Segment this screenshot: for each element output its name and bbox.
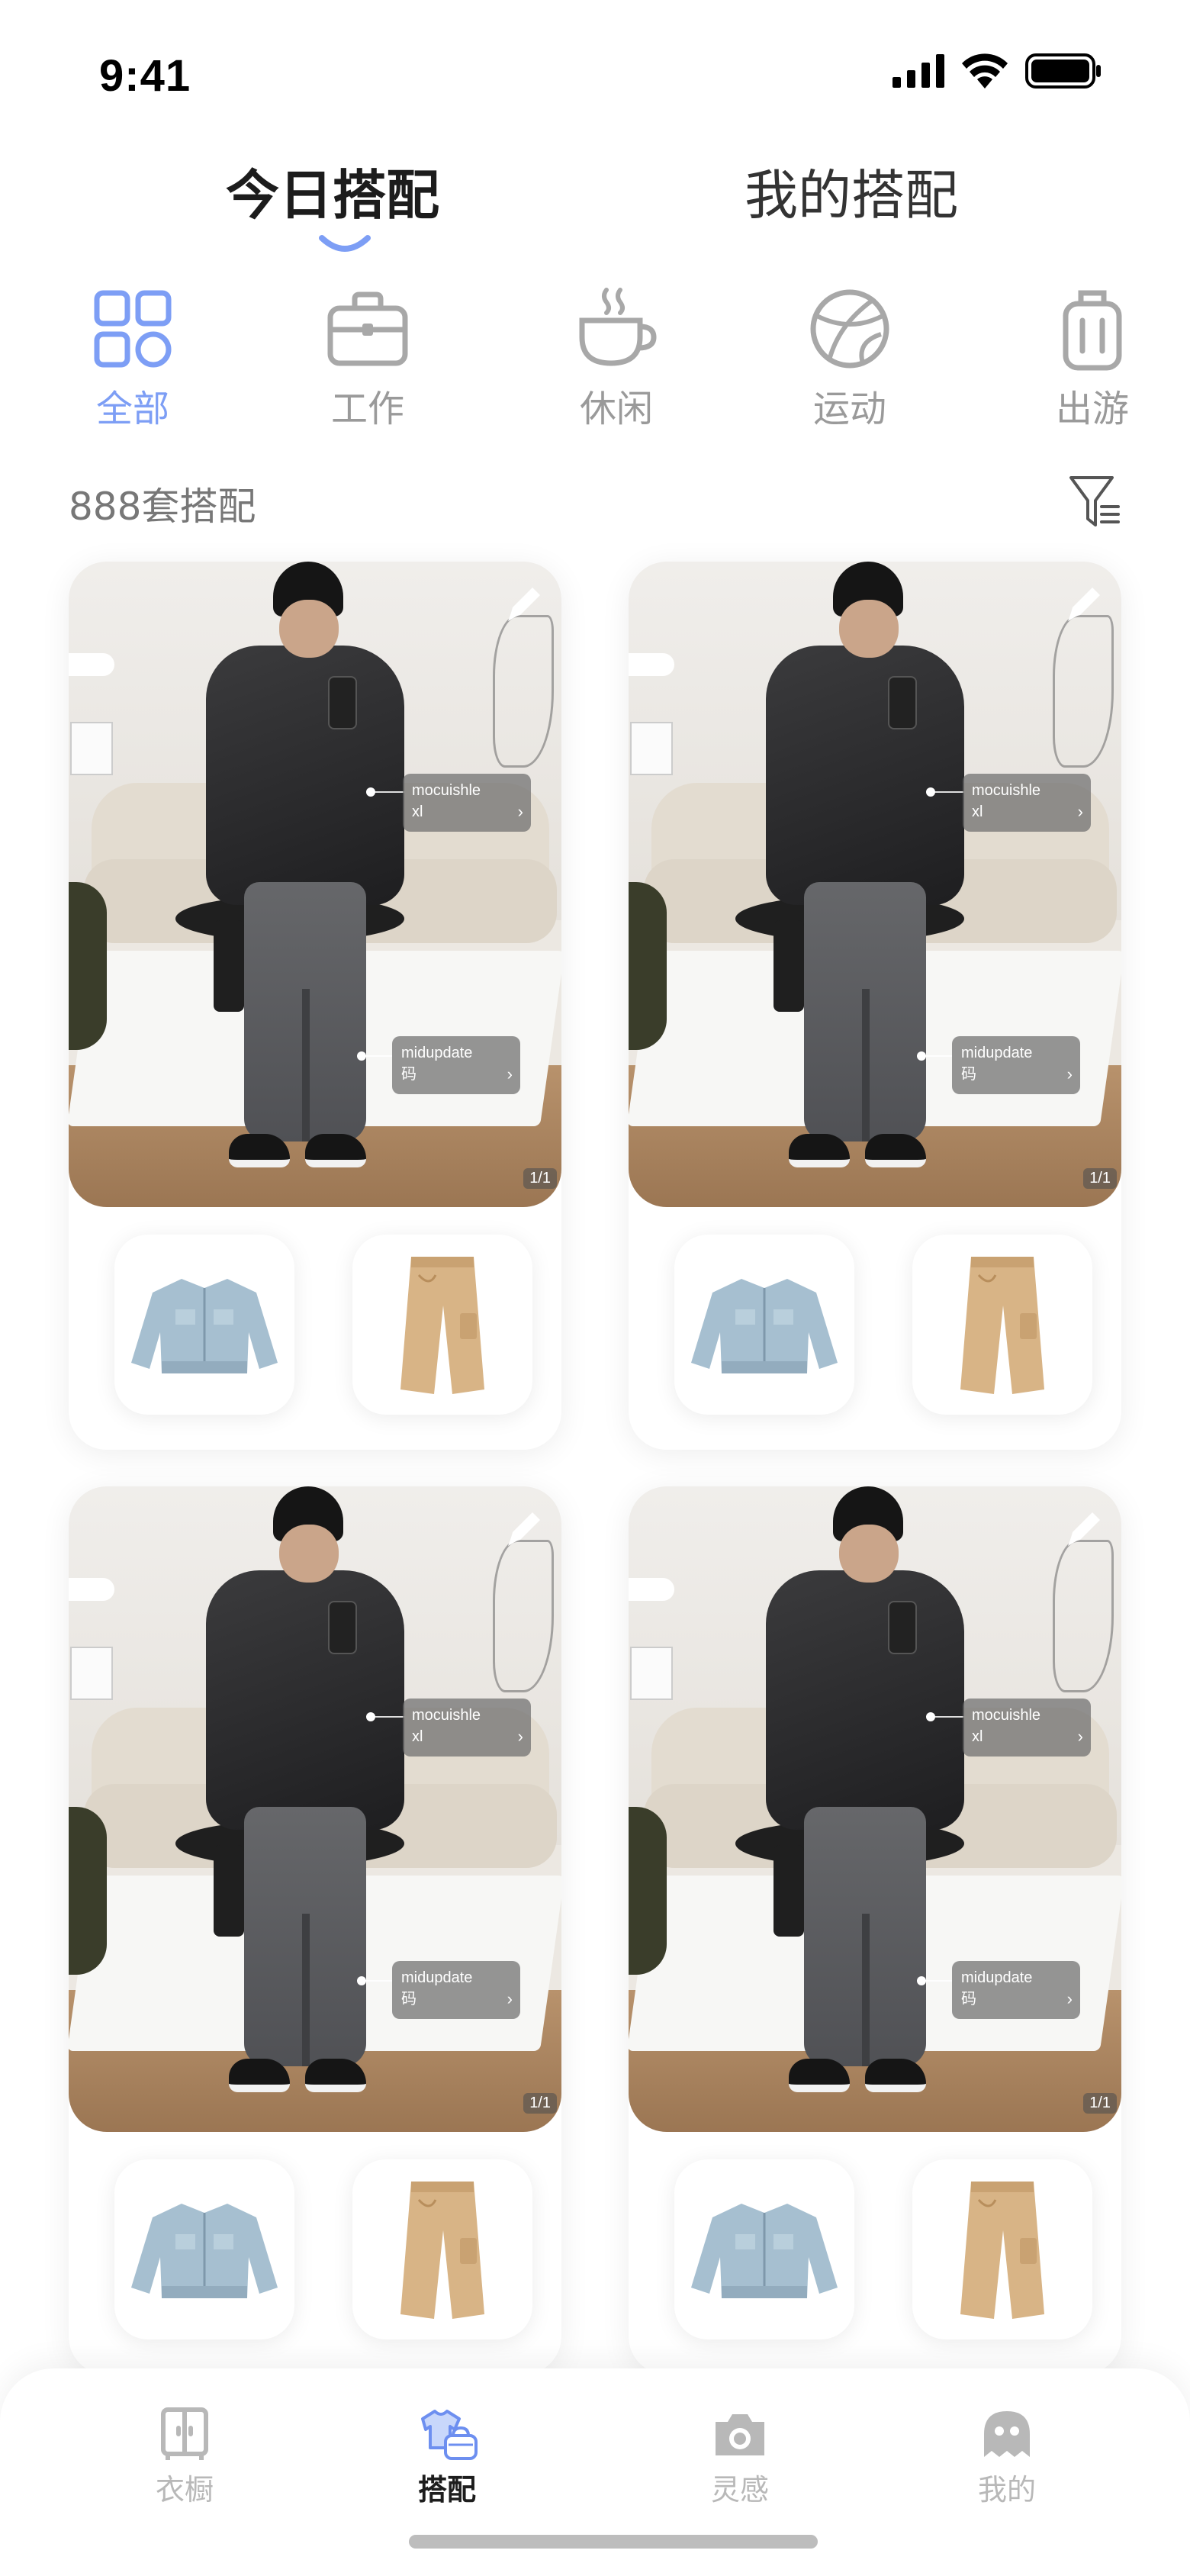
outfit-tag[interactable]: midupdate 码 ›	[392, 1961, 520, 2019]
item-thumb-denim-jacket[interactable]	[114, 1235, 294, 1415]
outfit-card[interactable]: mocuishle xl › midupdate 码 › 1/1	[629, 562, 1121, 1450]
status-bar: 9:41	[0, 0, 1190, 122]
chevron-right-icon: ›	[507, 1064, 513, 1084]
category-leisure[interactable]: 休闲	[548, 287, 685, 432]
photo-page-indicator: 1/1	[523, 1168, 557, 1189]
tab-my-outfit[interactable]: 我的搭配	[745, 153, 958, 230]
item-thumb-khaki-pants[interactable]	[912, 2159, 1092, 2339]
ghost-avatar-icon	[984, 2411, 1030, 2457]
category-all[interactable]: 全部	[64, 287, 201, 432]
edit-pencil-icon[interactable]	[502, 583, 545, 626]
edit-pencil-icon[interactable]	[502, 1508, 545, 1550]
nav-wardrobe[interactable]: 衣橱	[116, 2407, 253, 2508]
person-figure	[206, 1486, 420, 2132]
person-figure	[766, 1486, 979, 2132]
wifi-icon	[962, 53, 1008, 89]
khaki-pants-icon	[960, 1257, 1044, 1394]
nav-inspiration[interactable]: 灵感	[671, 2407, 809, 2508]
denim-jacket-icon	[131, 2204, 278, 2298]
outfit-photo[interactable]: mocuishle xl › midupdate 码 › 1/1	[69, 562, 561, 1207]
outfit-tag[interactable]: mocuishle xl ›	[963, 1699, 1091, 1757]
denim-jacket-icon	[691, 1279, 838, 1373]
outfit-tag[interactable]: mocuishle xl ›	[963, 774, 1091, 832]
edit-pencil-icon[interactable]	[1062, 1508, 1105, 1550]
outfit-photo[interactable]: mocuishle xl › midupdate 码 › 1/1	[69, 1486, 561, 2132]
photo-page-indicator: 1/1	[1083, 1168, 1117, 1189]
wardrobe-icon	[161, 2407, 208, 2460]
briefcase-icon	[327, 291, 408, 366]
outfit-photo[interactable]: mocuishle xl › midupdate 码 › 1/1	[629, 1486, 1121, 2132]
edit-pencil-icon[interactable]	[1062, 583, 1105, 626]
category-travel[interactable]: 出游	[1024, 287, 1161, 432]
battery-icon	[1025, 53, 1101, 89]
nav-outfit[interactable]: 搭配	[378, 2407, 516, 2508]
basketball-icon	[810, 289, 889, 369]
chevron-right-icon: ›	[517, 802, 523, 821]
outfit-card[interactable]: mocuishle xl › midupdate 码 › 1/1	[69, 1486, 561, 2375]
signal-icon	[892, 54, 944, 88]
item-thumb-denim-jacket[interactable]	[114, 2159, 294, 2339]
category-work-label: 工作	[330, 388, 404, 430]
tab-active-indicator	[319, 235, 371, 252]
category-work[interactable]: 工作	[299, 287, 436, 432]
coffee-cup-icon	[579, 288, 657, 366]
outfit-card[interactable]: mocuishle xl › midupdate 码 › 1/1	[629, 1486, 1121, 2375]
chevron-right-icon: ›	[507, 1989, 513, 2008]
item-thumb-khaki-pants[interactable]	[352, 1235, 532, 1415]
luggage-icon	[1063, 290, 1122, 371]
category-sports[interactable]: 运动	[781, 287, 918, 432]
outfit-tag[interactable]: mocuishle xl ›	[403, 774, 531, 832]
denim-jacket-icon	[691, 2204, 838, 2298]
khaki-pants-icon	[960, 2182, 1044, 2319]
chevron-right-icon: ›	[517, 1727, 523, 1746]
status-icons	[892, 53, 1102, 89]
item-thumb-khaki-pants[interactable]	[352, 2159, 532, 2339]
outfit-card[interactable]: mocuishle xl › midupdate 码 › 1/1	[69, 562, 561, 1450]
nav-profile[interactable]: 我的	[938, 2407, 1076, 2508]
outfit-tag[interactable]: midupdate 码 ›	[952, 1036, 1080, 1094]
khaki-pants-icon	[400, 2182, 484, 2319]
person-figure	[766, 562, 979, 1207]
category-all-label: 全部	[95, 388, 169, 430]
tab-today-outfit[interactable]: 今日搭配	[226, 153, 439, 230]
chevron-right-icon: ›	[1077, 1727, 1083, 1746]
home-indicator	[409, 2535, 818, 2549]
camera-icon	[716, 2414, 764, 2455]
chevron-right-icon: ›	[1066, 1989, 1073, 2008]
category-leisure-label: 休闲	[579, 388, 653, 430]
nav-outfit-label: 搭配	[417, 2473, 476, 2507]
grid-icon	[94, 290, 172, 368]
item-thumb-denim-jacket[interactable]	[674, 1235, 854, 1415]
outfit-count: 888套搭配	[69, 485, 256, 529]
photo-page-indicator: 1/1	[1083, 2093, 1117, 2114]
status-time: 9:41	[99, 51, 191, 101]
chevron-right-icon: ›	[1066, 1064, 1073, 1084]
photo-page-indicator: 1/1	[523, 2093, 557, 2114]
chevron-right-icon: ›	[1077, 802, 1083, 821]
category-travel-label: 出游	[1055, 388, 1129, 430]
outfit-tag[interactable]: midupdate 码 ›	[952, 1961, 1080, 2019]
item-thumb-denim-jacket[interactable]	[674, 2159, 854, 2339]
category-sports-label: 运动	[812, 388, 886, 430]
count-row: 888套搭配	[69, 473, 1121, 534]
category-bar: 全部 工作 休闲 运动 出游	[0, 287, 1190, 440]
top-tab-bar: 今日搭配 我的搭配	[0, 145, 1190, 259]
outfit-icon	[421, 2410, 478, 2460]
item-thumb-khaki-pants[interactable]	[912, 1235, 1092, 1415]
nav-inspiration-label: 灵感	[710, 2473, 769, 2507]
outfit-tag[interactable]: mocuishle xl ›	[403, 1699, 531, 1757]
outfit-photo[interactable]: mocuishle xl › midupdate 码 › 1/1	[629, 562, 1121, 1207]
person-figure	[206, 562, 420, 1207]
denim-jacket-icon	[131, 1279, 278, 1373]
nav-profile-label: 我的	[977, 2473, 1036, 2507]
filter-icon[interactable]	[1068, 473, 1121, 531]
khaki-pants-icon	[400, 1257, 484, 1394]
nav-wardrobe-label: 衣橱	[155, 2473, 214, 2507]
outfit-tag[interactable]: midupdate 码 ›	[392, 1036, 520, 1094]
